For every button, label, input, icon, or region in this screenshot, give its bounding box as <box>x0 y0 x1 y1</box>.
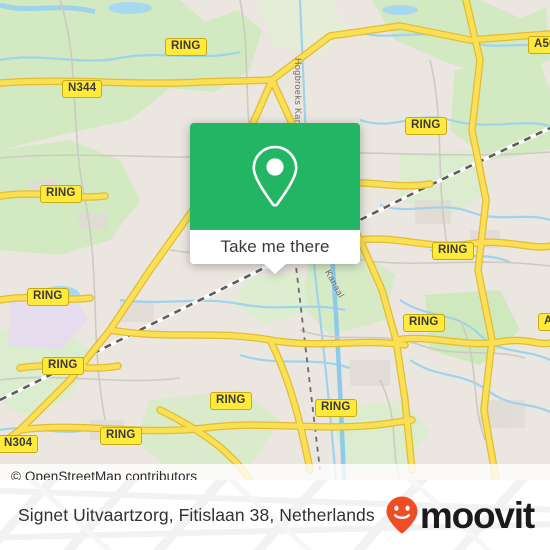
moovit-wordmark: moovit <box>419 494 535 536</box>
moovit-smiley-pin-icon <box>386 496 418 534</box>
road-shield: N344 <box>62 80 103 99</box>
callout-icon-panel <box>190 123 360 230</box>
moovit-logo: moovit <box>385 494 535 536</box>
road-shield: RING <box>27 288 69 307</box>
screenshot-root: RING N344 RING A50 RING RING RING RING A RING RING… <box>0 0 550 550</box>
road-shield: RING <box>40 185 82 204</box>
callout-tail <box>264 264 286 274</box>
take-me-there-callout[interactable]: Take me there <box>190 123 360 274</box>
road-shield: RING <box>100 427 142 446</box>
road-shield: RING <box>210 392 252 411</box>
road-shield: RING <box>315 399 357 418</box>
road-shield: RING <box>405 117 447 136</box>
map-attribution: © OpenStreetMap contributors <box>0 464 550 480</box>
map-pin-icon <box>252 145 298 207</box>
road-shield: RING <box>165 38 207 57</box>
road-shield: RING <box>42 357 84 376</box>
road-shield: A <box>538 313 550 332</box>
take-me-there-label: Take me there <box>220 237 330 256</box>
road-shield: RING <box>432 242 474 261</box>
location-title: Signet Uitvaartzorg, Fitislaan 38, Nethe… <box>18 504 375 525</box>
road-shield: A50 <box>528 36 550 55</box>
road-shield: RING <box>403 314 445 333</box>
footer-bar: Signet Uitvaartzorg, Fitislaan 38, Nethe… <box>0 480 550 550</box>
road-shield: N304 <box>0 435 39 454</box>
attribution-text: © OpenStreetMap contributors <box>11 468 198 481</box>
callout-action-bar[interactable]: Take me there <box>190 230 360 274</box>
